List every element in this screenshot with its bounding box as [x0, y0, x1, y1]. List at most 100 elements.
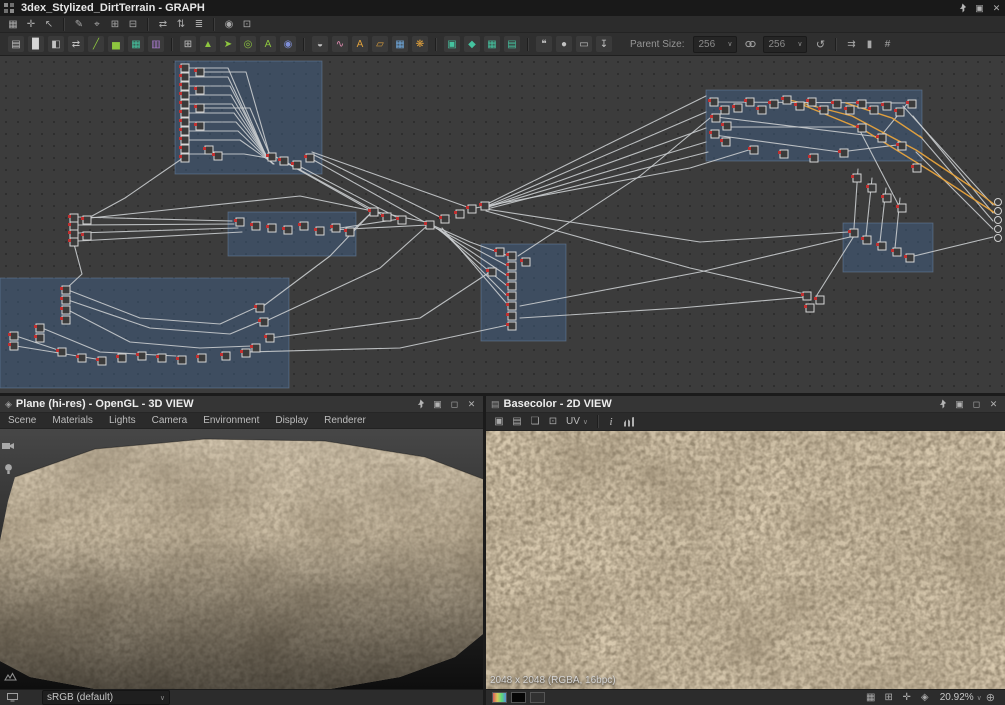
graph-node[interactable]: [819, 105, 829, 115]
menu-display[interactable]: Display: [267, 415, 316, 426]
background-gray-swatch[interactable]: [530, 692, 545, 703]
graph-node[interactable]: [839, 148, 849, 158]
graph-node[interactable]: [195, 103, 205, 113]
blend-node-icon[interactable]: ◧: [48, 36, 64, 52]
graph-node[interactable]: [157, 353, 167, 363]
sharpen-node-icon[interactable]: ▲: [200, 36, 216, 52]
graph-wire[interactable]: [519, 236, 851, 307]
transform-node-icon[interactable]: ▱: [372, 36, 388, 52]
graph-node[interactable]: [897, 141, 907, 151]
graph-node[interactable]: [849, 228, 859, 238]
graph-node[interactable]: [235, 217, 245, 227]
graph-node[interactable]: [180, 135, 190, 145]
graph-output-pin[interactable]: [994, 216, 1002, 224]
graph-node[interactable]: [69, 237, 79, 247]
graph-wire[interactable]: [91, 157, 184, 217]
graph-node[interactable]: [35, 323, 45, 333]
graph-wire[interactable]: [517, 117, 711, 257]
graph-node[interactable]: [180, 153, 190, 163]
graph-canvas[interactable]: [0, 56, 1005, 393]
camera-icon[interactable]: [2, 441, 15, 451]
graph-node[interactable]: [507, 301, 517, 311]
graph-node[interactable]: [862, 235, 872, 245]
graph-node[interactable]: [733, 103, 743, 113]
view2d-pin-button[interactable]: [934, 397, 951, 411]
graph-node[interactable]: [782, 95, 792, 105]
zoom-level-value[interactable]: 20.92%: [940, 692, 974, 703]
graph-node[interactable]: [779, 149, 789, 159]
graph-node[interactable]: [710, 129, 720, 139]
view3d-float-button[interactable]: ▣: [429, 397, 446, 411]
graph-node[interactable]: [815, 295, 825, 305]
graph-node[interactable]: [180, 144, 190, 154]
swap-horizontal-tool-icon[interactable]: ⇄: [155, 17, 171, 32]
view3d-display-toggle[interactable]: [4, 668, 17, 686]
focus-selected-tool-icon[interactable]: ◉: [221, 17, 237, 32]
fit-view-icon[interactable]: ⊡: [545, 414, 561, 429]
tiling-mode-icon[interactable]: ▦: [863, 690, 879, 705]
graph-node[interactable]: [97, 356, 107, 366]
graph-node[interactable]: [137, 351, 147, 361]
graph-wire[interactable]: [77, 231, 243, 242]
tile-sampler-node-icon[interactable]: ▦: [392, 36, 408, 52]
graph-node[interactable]: [69, 213, 79, 223]
pixel-processor-node-icon[interactable]: ⊞: [180, 36, 196, 52]
graph-node[interactable]: [507, 251, 517, 261]
svg-node-icon[interactable]: ▣: [444, 36, 460, 52]
instance-parameters-icon[interactable]: ⇉: [843, 37, 859, 52]
graph-node[interactable]: [61, 295, 71, 305]
graph-frame[interactable]: [0, 277, 290, 389]
graph-wire[interactable]: [77, 227, 239, 234]
curve-node-icon[interactable]: ╱: [88, 36, 104, 52]
graph-node[interactable]: [425, 220, 435, 230]
menu-camera[interactable]: Camera: [144, 415, 196, 426]
graph-node[interactable]: [749, 145, 759, 155]
hsl-node-icon[interactable]: ▦: [128, 36, 144, 52]
float-button[interactable]: ▣: [971, 1, 988, 15]
graph-node[interactable]: [507, 291, 517, 301]
graph-node[interactable]: [857, 99, 867, 109]
graph-node[interactable]: [180, 72, 190, 82]
edit-tool-icon[interactable]: ✎: [71, 17, 87, 32]
graph-node[interactable]: [709, 97, 719, 107]
graph-node[interactable]: [259, 317, 269, 327]
graph-node[interactable]: [507, 311, 517, 321]
view3d-viewport[interactable]: [0, 429, 483, 689]
directional-warp-node-icon[interactable]: ➤: [220, 36, 236, 52]
menu-lights[interactable]: Lights: [101, 415, 144, 426]
height-to-normal-node-icon[interactable]: ◒: [312, 36, 328, 52]
graph-node[interactable]: [869, 105, 879, 115]
view3d-maximize-button[interactable]: ◻: [446, 397, 463, 411]
menu-environment[interactable]: Environment: [195, 415, 267, 426]
uniform-color-node-icon[interactable]: ▉: [28, 36, 44, 52]
menu-scene[interactable]: Scene: [0, 415, 44, 426]
histogram-button[interactable]: [624, 416, 637, 427]
graph-node[interactable]: [805, 303, 815, 313]
graph-node[interactable]: [279, 156, 289, 166]
comment-node-icon[interactable]: ❝: [536, 36, 552, 52]
text-node-icon[interactable]: A: [352, 36, 368, 52]
dot-node-icon[interactable]: ●: [556, 36, 572, 52]
graph-node[interactable]: [213, 151, 223, 161]
graph-node[interactable]: [769, 99, 779, 109]
graph-node[interactable]: [61, 315, 71, 325]
menu-renderer[interactable]: Renderer: [316, 415, 374, 426]
gradient-map-node-icon[interactable]: ▥: [148, 36, 164, 52]
view2d-float-button[interactable]: ▣: [951, 397, 968, 411]
graph-node[interactable]: [905, 253, 915, 263]
graph-node[interactable]: [809, 153, 819, 163]
graph-node[interactable]: [397, 215, 407, 225]
graph-node[interactable]: [251, 221, 261, 231]
tile-generator-node-icon[interactable]: ▦: [484, 36, 500, 52]
graph-wire[interactable]: [486, 95, 707, 205]
pan-tool-icon[interactable]: ✛: [23, 17, 39, 32]
graph-node[interactable]: [69, 229, 79, 239]
graph-node[interactable]: [877, 133, 887, 143]
graph-wire[interactable]: [296, 164, 401, 220]
graph-node[interactable]: [57, 347, 67, 357]
graph-node[interactable]: [722, 121, 732, 131]
graph-node[interactable]: [251, 343, 261, 353]
gradient-node-icon[interactable]: ▤: [504, 36, 520, 52]
pixel-snap-icon[interactable]: ⊞: [881, 690, 897, 705]
graph-node[interactable]: [267, 152, 277, 162]
